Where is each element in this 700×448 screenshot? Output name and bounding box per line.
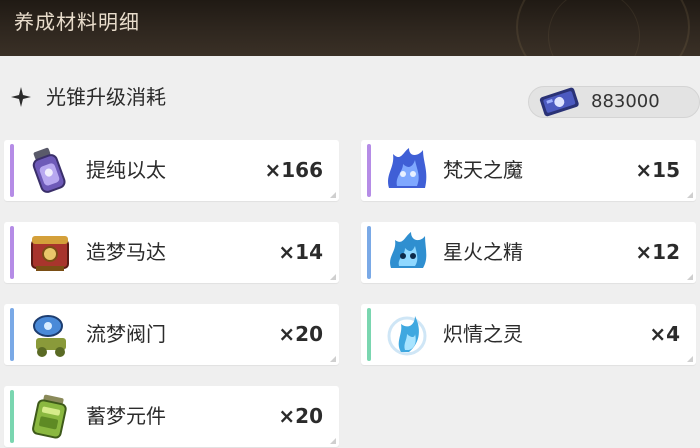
item-name: 造梦马达 [86,240,166,264]
sparkle-icon [11,87,31,107]
page-title: 养成材料明细 [14,10,140,34]
credit-icon [539,87,579,117]
material-card-ether[interactable]: 提纯以太 ×166 [4,140,339,201]
dream-valve-icon [33,315,66,357]
item-name: 流梦阀门 [86,322,166,346]
card-corner-mark [687,192,693,198]
section-title: 光锥升级消耗 [46,85,166,109]
item-name: 梵天之魔 [443,158,523,182]
item-quantity: ×20 [278,404,323,428]
rarity-bar-green [10,390,14,443]
rarity-bar-purple [10,226,14,279]
material-card-starfire[interactable]: 星火之精 ×12 [361,222,696,283]
card-corner-mark [330,274,336,280]
material-card-dream-battery[interactable]: 蓄梦元件 ×20 [4,386,339,447]
card-corner-mark [330,438,336,444]
card-corner-mark [687,356,693,362]
item-name: 蓄梦元件 [86,404,166,428]
dream-motor-icon [31,236,69,271]
card-corner-mark [330,192,336,198]
material-card-passion-spirit[interactable]: 炽情之灵 ×4 [361,304,696,365]
material-card-dream-motor[interactable]: 造梦马达 ×14 [4,222,339,283]
passion-spirit-icon [387,316,427,356]
material-card-dream-valve[interactable]: 流梦阀门 ×20 [4,304,339,365]
item-quantity: ×4 [649,322,680,346]
credit-cost-pill: 883000 [528,86,700,118]
blue-flame-demon-icon [388,148,427,188]
item-name: 星火之精 [443,240,523,264]
item-name: 提纯以太 [86,158,166,182]
card-corner-mark [330,356,336,362]
rarity-bar-blue [10,308,14,361]
item-quantity: ×166 [264,158,323,182]
item-quantity: ×15 [635,158,680,182]
header-ornament-inner [548,0,640,56]
material-card-brahma[interactable]: 梵天之魔 ×15 [361,140,696,201]
rarity-bar-purple [10,144,14,197]
starfire-essence-icon [390,232,427,268]
rarity-bar-blue [367,226,371,279]
dream-battery-icon [32,394,67,439]
ether-flask-icon [32,147,66,193]
credit-value: 883000 [591,91,660,112]
card-corner-mark [687,274,693,280]
rarity-bar-green [367,308,371,361]
item-name: 炽情之灵 [443,322,523,346]
item-quantity: ×14 [278,240,323,264]
rarity-bar-purple [367,144,371,197]
page-header: 养成材料明细 [0,0,700,56]
item-quantity: ×12 [635,240,680,264]
item-quantity: ×20 [278,322,323,346]
